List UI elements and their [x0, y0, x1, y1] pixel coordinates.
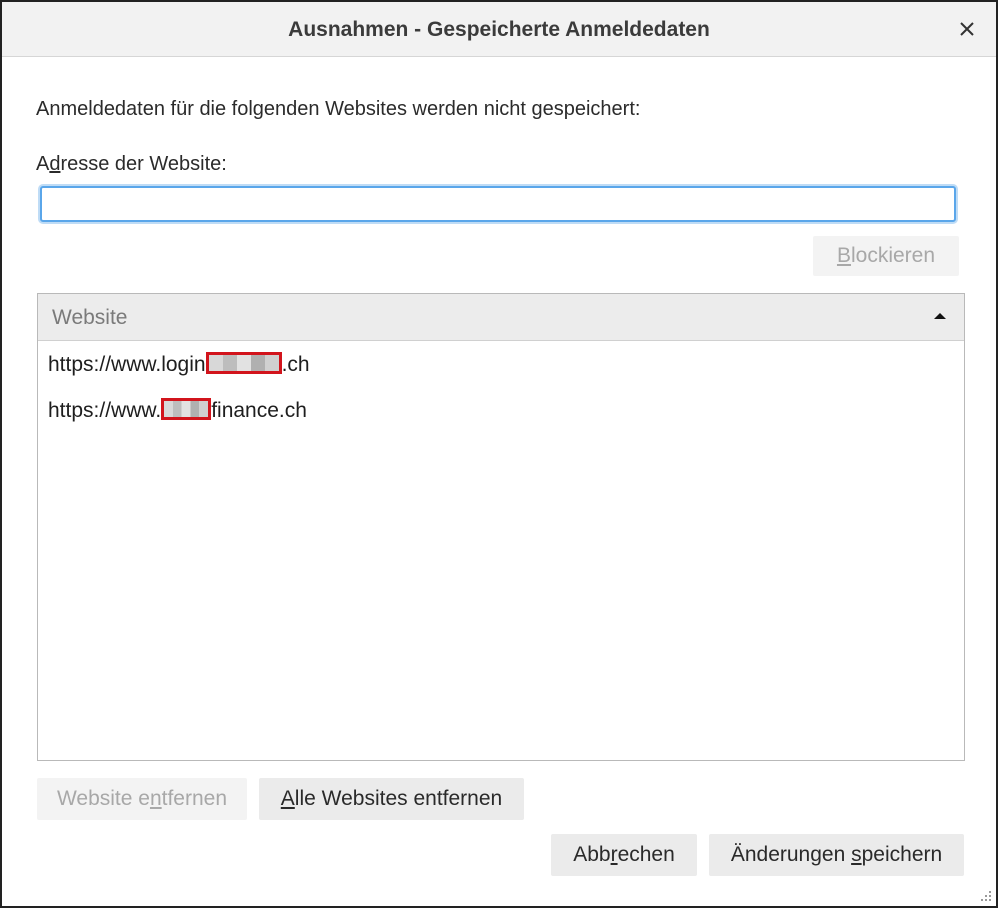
list-item[interactable]: https://www.login .ch — [38, 342, 964, 388]
sort-ascending-icon — [934, 313, 946, 319]
column-header-label: Website — [52, 306, 128, 329]
address-label-accel: A — [36, 153, 50, 175]
remove-website-button[interactable]: Website e n tfernen — [37, 778, 247, 820]
resize-grip-icon[interactable] — [978, 888, 992, 902]
column-header-website[interactable]: Website — [38, 294, 964, 341]
intro-text: Anmeldedaten für die folgenden Websites … — [36, 98, 641, 120]
address-label-accel-underlined: d — [49, 153, 61, 175]
website-address-input[interactable] — [40, 186, 956, 222]
remove-all-label-post: lle Websites entfernen — [294, 787, 503, 810]
website-list[interactable]: Website https://www.login .ch https://www… — [37, 293, 965, 761]
save-label-pre: Änderungen — [730, 843, 846, 866]
dialog-window: Ausnahmen - Gespeicherte Anmeldedaten An… — [0, 0, 998, 908]
block-button[interactable]: Blockieren — [813, 236, 959, 276]
redaction-box — [161, 398, 212, 421]
title-bar: Ausnahmen - Gespeicherte Anmeldedaten — [2, 2, 996, 57]
list-item-suffix: .ch — [281, 353, 310, 376]
remove-all-websites-button[interactable]: Alle Websites entfernen — [259, 778, 524, 820]
save-label-accel: s — [851, 843, 862, 866]
list-item-prefix: https://www. — [48, 399, 162, 422]
dialog-title: Ausnahmen - Gespeicherte Anmeldedaten — [288, 18, 710, 41]
cancel-label-post: echen — [617, 843, 675, 866]
list-item[interactable]: https://www. finance.ch — [38, 388, 964, 434]
address-label-rest: resse der Website: — [60, 153, 227, 175]
redaction-box — [205, 352, 282, 375]
save-label-post: peichern — [861, 843, 943, 866]
address-label: Adresse der Website: — [36, 153, 227, 176]
save-changes-button[interactable]: Änderungen s peichern — [709, 834, 964, 876]
list-item-prefix: https://www.login — [48, 353, 206, 376]
cancel-label-accel: r — [610, 843, 618, 866]
list-item-suffix: finance.ch — [211, 399, 307, 422]
remove-all-label-accel: A — [280, 787, 295, 810]
close-icon — [960, 22, 974, 36]
block-button-accel: B — [836, 244, 851, 267]
cancel-label-pre: Abb — [573, 843, 611, 866]
remove-label-post: tfernen — [161, 787, 228, 810]
remove-label-accel: n — [149, 787, 162, 810]
remove-label-pre: Website e — [56, 787, 150, 810]
cancel-button[interactable]: Abb r echen — [551, 834, 697, 876]
block-button-label: lockieren — [850, 244, 936, 267]
close-button[interactable] — [952, 14, 982, 44]
